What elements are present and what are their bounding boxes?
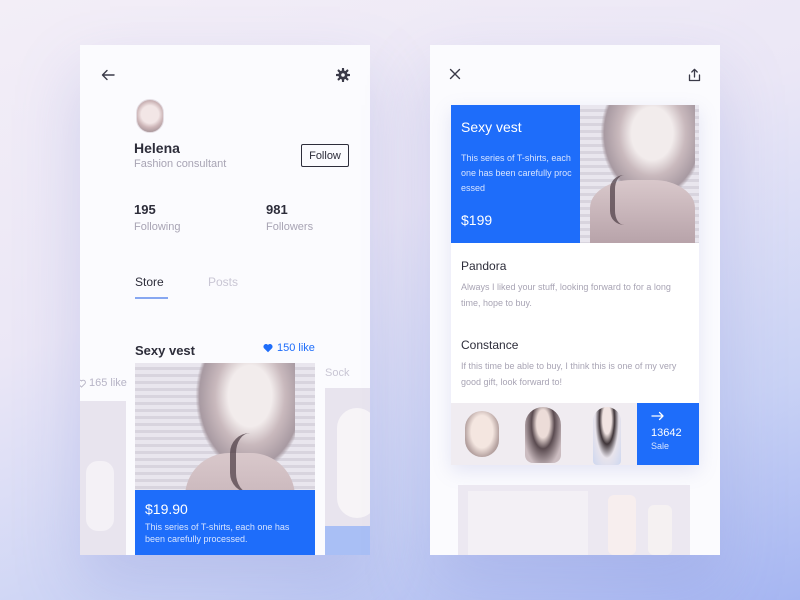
product-info-card[interactable]: $19.90 This series of T-shirts, each one… bbox=[135, 490, 315, 555]
arrow-left-icon[interactable] bbox=[100, 67, 116, 83]
sale-label: Sale bbox=[651, 441, 670, 451]
gear-icon[interactable] bbox=[336, 68, 350, 82]
user-role: Fashion consultant bbox=[134, 158, 227, 170]
follow-button[interactable]: Follow bbox=[301, 144, 349, 167]
next-product-image[interactable] bbox=[325, 388, 370, 555]
following-count: 195 bbox=[134, 202, 156, 217]
previous-product-image[interactable] bbox=[80, 401, 126, 555]
comment-author-2: Constance bbox=[461, 338, 519, 352]
comment-text-2: If this time be able to buy, I think thi… bbox=[461, 361, 677, 387]
buyer-thumbnail[interactable] bbox=[513, 403, 575, 465]
avatar bbox=[136, 99, 164, 133]
profile-screen: Helena Fashion consultant Follow 195 Fol… bbox=[80, 45, 370, 555]
hero-description: This series of T-shirts, each one has be… bbox=[461, 153, 572, 193]
product-detail-screen: Sexy vest This series of T-shirts, each … bbox=[430, 45, 720, 555]
previous-likes-text: 165 like bbox=[89, 377, 127, 389]
following-label[interactable]: Following bbox=[134, 221, 180, 233]
product-detail-card: Sexy vest This series of T-shirts, each … bbox=[451, 105, 699, 465]
followers-label[interactable]: Followers bbox=[266, 221, 313, 233]
next-content-preview bbox=[458, 485, 690, 555]
comment-text-1: Always I liked your stuff, looking forwa… bbox=[461, 282, 671, 308]
tab-posts[interactable]: Posts bbox=[208, 275, 238, 289]
next-product-title: Sock bbox=[325, 367, 350, 379]
product-title: Sexy vest bbox=[135, 343, 195, 358]
previous-product-likes: 165 like bbox=[80, 377, 127, 389]
user-name: Helena bbox=[134, 140, 180, 156]
tab-indicator bbox=[135, 297, 168, 299]
sale-count: 13642 bbox=[651, 427, 682, 439]
hero-title: Sexy vest bbox=[461, 119, 522, 135]
hero-info-panel: Sexy vest This series of T-shirts, each … bbox=[451, 105, 580, 243]
sale-count-tile[interactable]: 13642 Sale bbox=[637, 403, 699, 465]
share-icon[interactable] bbox=[688, 68, 701, 82]
product-price: $19.90 bbox=[145, 501, 188, 517]
buyer-thumbnail[interactable] bbox=[575, 403, 637, 465]
hero-image[interactable] bbox=[580, 105, 699, 243]
product-description: This series of T-shirts, each one has be… bbox=[145, 522, 290, 544]
heart-icon bbox=[263, 343, 273, 353]
like-button[interactable]: 150 like bbox=[263, 342, 315, 354]
close-icon[interactable] bbox=[449, 68, 461, 80]
tab-store[interactable]: Store bbox=[135, 275, 164, 289]
heart-outline-icon bbox=[80, 379, 86, 388]
like-count: 150 like bbox=[277, 342, 315, 354]
followers-count: 981 bbox=[266, 202, 288, 217]
comment-author-1: Pandora bbox=[461, 259, 507, 273]
hero-price: $199 bbox=[461, 212, 493, 228]
arrow-right-icon bbox=[651, 411, 665, 421]
buyer-thumbnail[interactable] bbox=[451, 403, 513, 465]
